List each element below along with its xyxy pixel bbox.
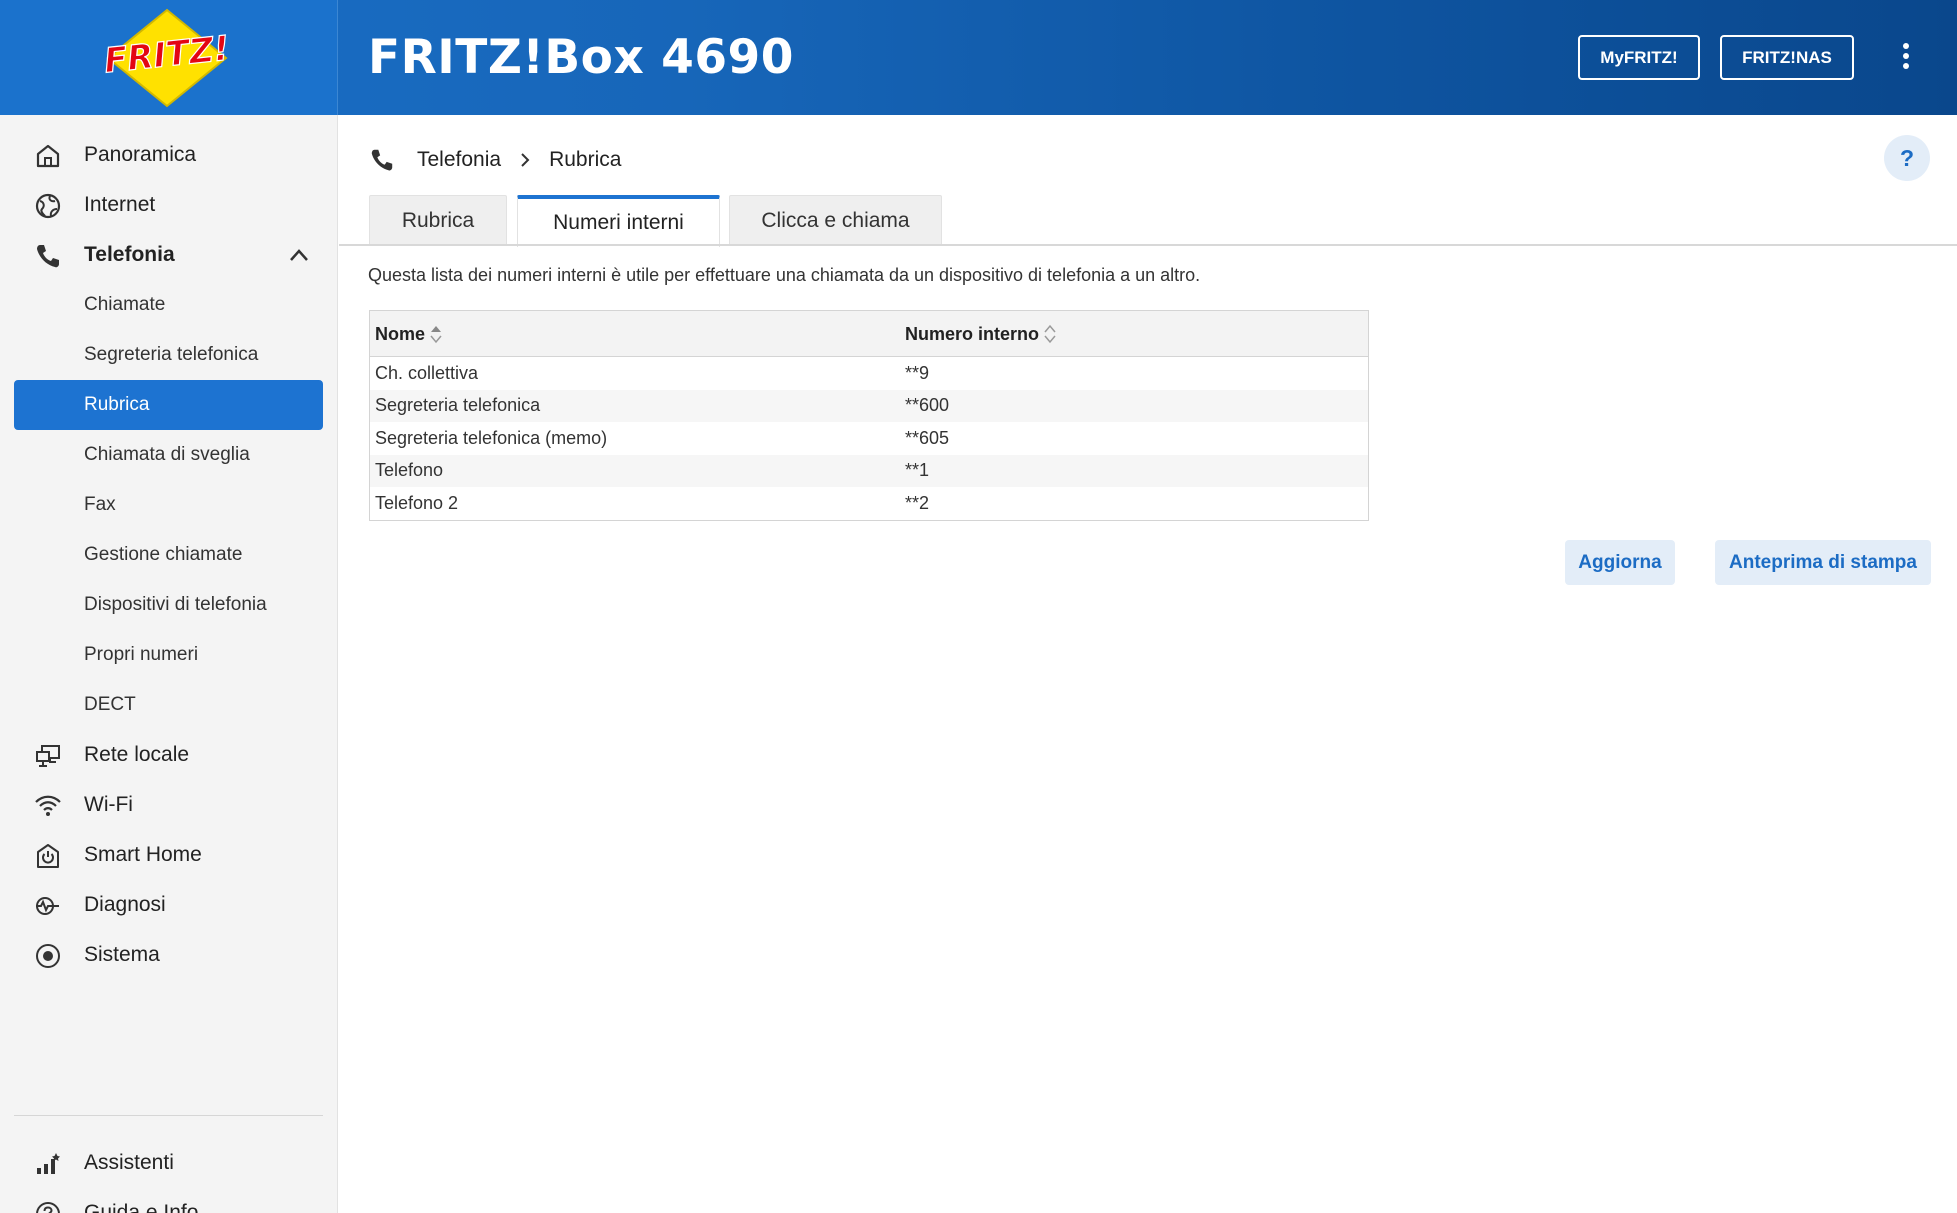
sidebar-item-diagnosi[interactable]: Diagnosi <box>14 880 323 930</box>
fritz-logo[interactable]: FRITZ! <box>100 8 234 108</box>
refresh-button[interactable]: Aggiorna <box>1565 540 1675 585</box>
help-button[interactable]: ? <box>1884 135 1930 181</box>
sidebar-subitem-fax[interactable]: Fax <box>14 480 323 530</box>
phone-icon <box>371 149 393 171</box>
sidebar-item-wifi[interactable]: Wi-Fi <box>14 780 323 830</box>
table-row: Telefono **1 <box>370 454 1368 487</box>
sidebar-subitem-dispositivi[interactable]: Dispositivi di telefonia <box>14 580 323 630</box>
svg-text:FRITZ!: FRITZ! <box>102 29 231 82</box>
sidebar-subitem-gestione-chiamate[interactable]: Gestione chiamate <box>14 530 323 580</box>
logo-area: FRITZ! <box>0 0 338 115</box>
sort-asc-icon <box>430 326 442 344</box>
column-header-nome[interactable]: Nome <box>375 311 443 357</box>
table-row: Telefono 2 **2 <box>370 487 1368 520</box>
help-circle-icon <box>36 1202 60 1213</box>
myfritz-button[interactable]: MyFRITZ! <box>1578 35 1700 80</box>
table-row: Segreteria telefonica **600 <box>370 389 1368 422</box>
print-preview-button[interactable]: Anteprima di stampa <box>1715 540 1931 585</box>
sidebar-subitem-label: Chiamata di sveglia <box>84 444 250 465</box>
chevron-right-icon <box>521 153 530 167</box>
sidebar-subitem-dect[interactable]: DECT <box>14 680 323 730</box>
phone-icon <box>37 245 59 268</box>
cell-nome: Segreteria telefonica (memo) <box>375 427 608 448</box>
table-row: Ch. collettiva **9 <box>370 357 1368 390</box>
breadcrumb-page: Rubrica <box>549 148 622 171</box>
column-header-numero[interactable]: Numero interno <box>905 311 1057 357</box>
top-header: FRITZ! FRITZ!Box 4690 MyFRITZ! FRITZ!NAS <box>0 0 1957 115</box>
cell-numero: **605 <box>905 427 950 448</box>
sidebar-item-guida-info[interactable]: Guida e Info <box>14 1188 323 1213</box>
fritznas-button[interactable]: FRITZ!NAS <box>1720 35 1854 80</box>
sidebar-subitem-label: Rubrica <box>84 394 150 415</box>
sidebar-item-label: Internet <box>84 193 156 216</box>
sidebar-item-label: Sistema <box>84 943 160 966</box>
sidebar-subitem-label: Segreteria telefonica <box>84 344 259 365</box>
tab-rubrica[interactable]: Rubrica <box>369 195 507 245</box>
globe-icon <box>35 193 61 219</box>
sidebar-item-label: Diagnosi <box>84 893 166 916</box>
wizard-icon <box>37 1153 60 1174</box>
table-header: Nome Numero interno <box>370 311 1368 357</box>
sidebar-item-smart-home[interactable]: Smart Home <box>14 830 323 880</box>
sidebar-subitem-propri-numeri[interactable]: Propri numeri <box>14 630 323 680</box>
sidebar-item-label: Panoramica <box>84 143 197 166</box>
cell-nome: Ch. collettiva <box>375 362 479 383</box>
cell-nome: Telefono 2 <box>375 492 459 513</box>
sidebar-subitem-rubrica[interactable]: Rubrica <box>14 380 323 430</box>
system-icon <box>36 944 60 968</box>
sidebar-subitem-sveglia[interactable]: Chiamata di sveglia <box>14 430 323 480</box>
cell-nome: Segreteria telefonica <box>375 395 541 416</box>
sidebar-item-label: Wi-Fi <box>84 793 133 816</box>
sidebar-item-internet[interactable]: Internet <box>14 180 323 230</box>
sidebar-subitem-chiamate[interactable]: Chiamate <box>14 280 323 330</box>
sidebar: Panoramica Internet Telefonia Chiamate S… <box>0 115 338 1213</box>
cell-numero: **2 <box>905 492 930 513</box>
sidebar-item-label: Rete locale <box>84 743 190 766</box>
sidebar-item-sistema[interactable]: Sistema <box>14 930 323 980</box>
home-icon <box>36 144 60 168</box>
sidebar-item-assistenti[interactable]: Assistenti <box>14 1138 323 1188</box>
sort-icon <box>1044 324 1056 344</box>
cell-numero: **9 <box>905 362 930 383</box>
sidebar-subitem-label: Fax <box>84 494 116 515</box>
table-body: Ch. collettiva **9 Segreteria telefonica… <box>370 357 1368 520</box>
sidebar-item-label: Smart Home <box>84 843 202 866</box>
tab-divider <box>339 244 1957 246</box>
sidebar-item-panoramica[interactable]: Panoramica <box>14 130 323 180</box>
sidebar-subitem-label: Propri numeri <box>84 644 199 665</box>
sidebar-item-rete-locale[interactable]: Rete locale <box>14 730 323 780</box>
cell-numero: **1 <box>905 460 930 481</box>
column-header-label: Numero interno <box>905 323 1040 344</box>
tab-clicca-e-chiama[interactable]: Clicca e chiama <box>729 195 942 245</box>
column-header-label: Nome <box>375 323 426 344</box>
cell-nome: Telefono <box>375 460 444 481</box>
sidebar-divider <box>14 1115 323 1116</box>
cell-numero: **600 <box>905 395 950 416</box>
sidebar-subitem-label: Chiamate <box>84 294 166 315</box>
sidebar-item-label: Telefonia <box>84 243 175 266</box>
sidebar-subitem-segreteria[interactable]: Segreteria telefonica <box>14 330 323 380</box>
sidebar-subitem-label: Dispositivi di telefonia <box>84 594 267 615</box>
table-row: Segreteria telefonica (memo) **605 <box>370 422 1368 455</box>
diagnostics-icon <box>36 897 59 915</box>
sidebar-item-label: Assistenti <box>84 1151 174 1174</box>
breadcrumb-section[interactable]: Telefonia <box>417 148 501 172</box>
smarthome-icon <box>37 844 59 868</box>
breadcrumb: Telefonia Rubrica <box>369 143 621 177</box>
sidebar-subitem-label: Gestione chiamate <box>84 544 243 565</box>
chevron-up-icon[interactable] <box>287 245 311 265</box>
sidebar-item-label: Guida e Info <box>84 1201 199 1213</box>
kebab-menu-icon[interactable] <box>1896 40 1916 76</box>
network-icon <box>36 745 60 767</box>
main-content: Telefonia Rubrica ? Rubrica Numeri inter… <box>339 115 1957 1213</box>
tab-numeri-interni[interactable]: Numeri interni <box>517 195 720 247</box>
wifi-icon <box>35 795 61 816</box>
sidebar-item-telefonia[interactable]: Telefonia <box>14 230 323 280</box>
intro-text: Questa lista dei numeri interni è utile … <box>368 265 1201 285</box>
product-title: FRITZ!Box 4690 <box>368 30 794 85</box>
internal-numbers-table: Nome Numero interno Ch. collettiva **9 S… <box>369 310 1369 521</box>
sidebar-subitem-label: DECT <box>84 694 136 715</box>
